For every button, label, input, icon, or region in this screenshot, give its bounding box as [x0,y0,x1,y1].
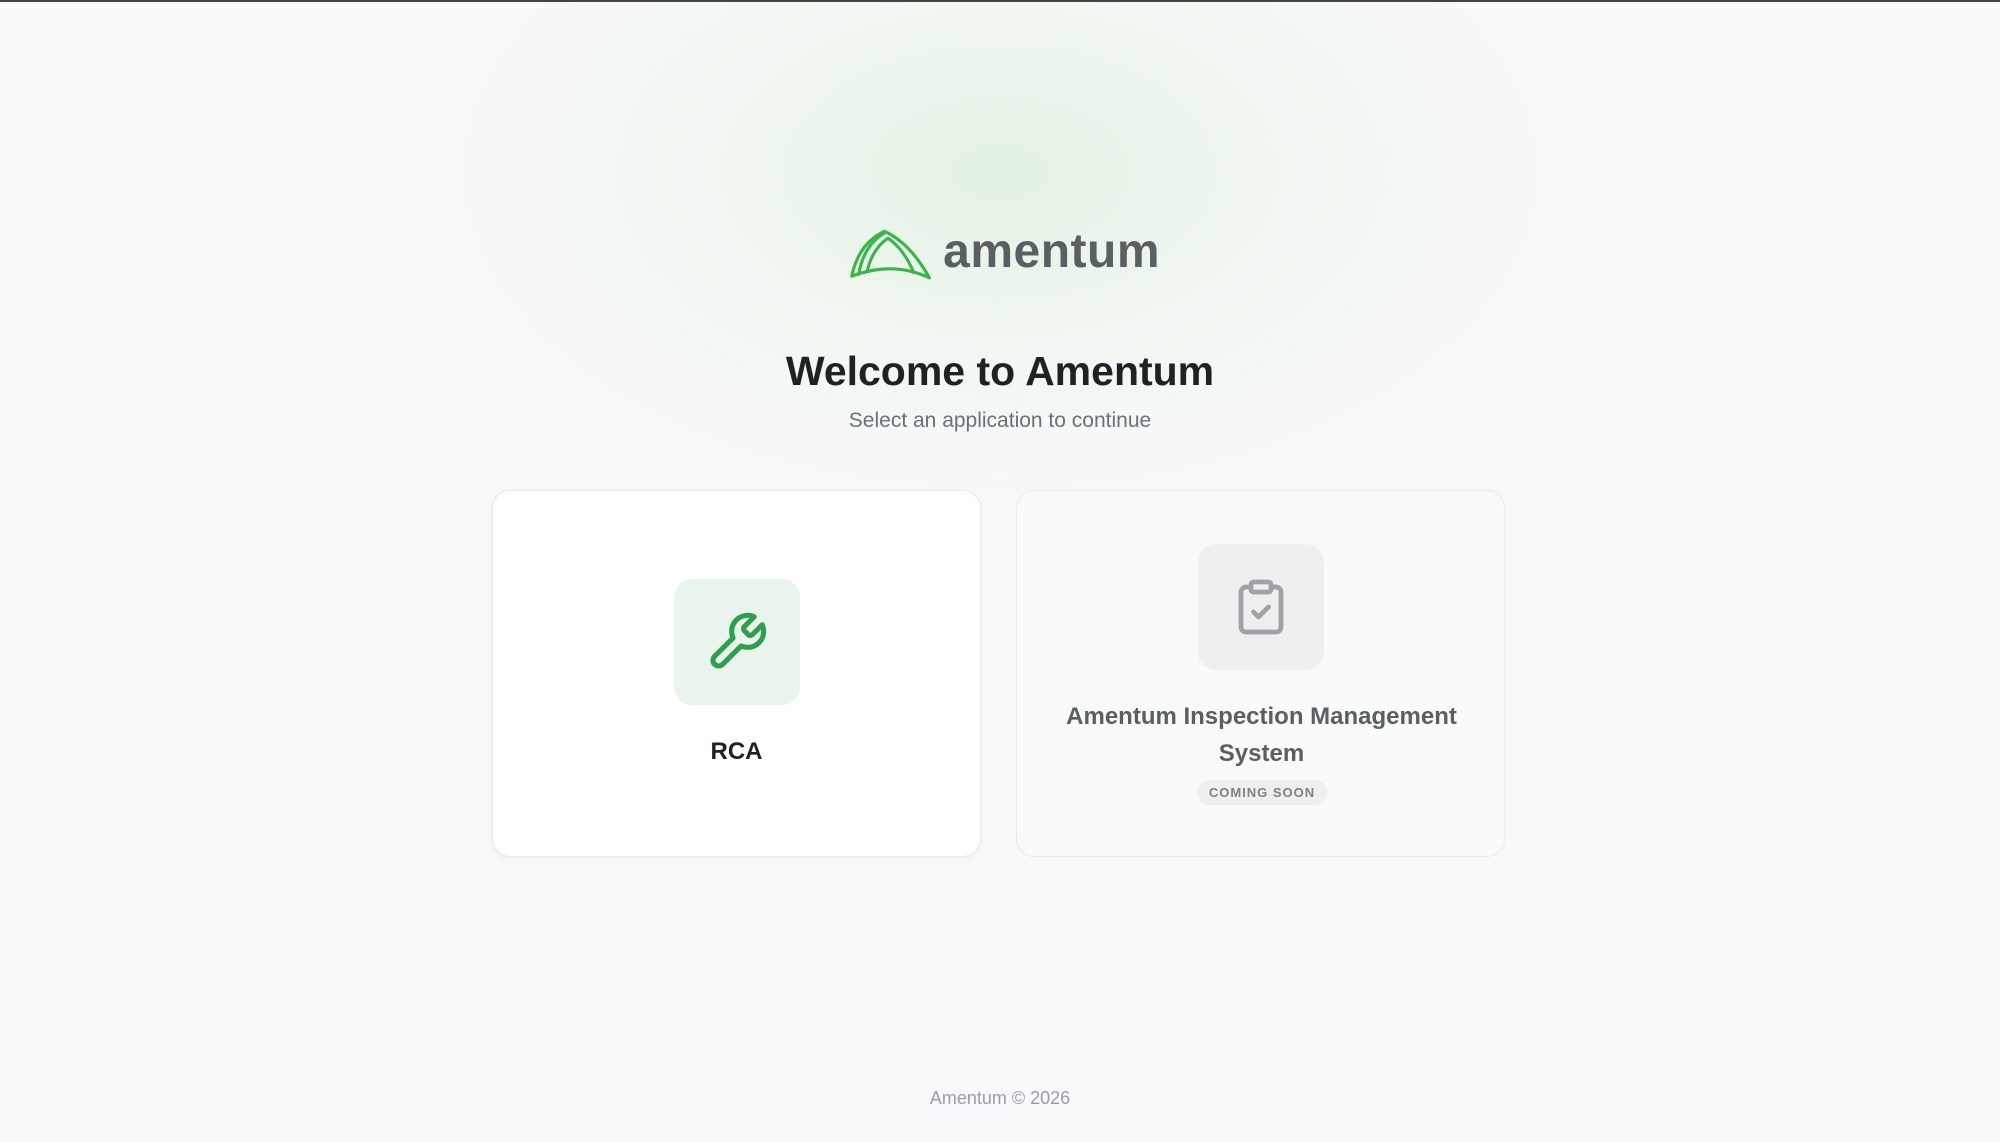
app-icon-tile [674,579,800,705]
coming-soon-badge: COMING SOON [1197,780,1327,805]
app-card-aims: Amentum Inspection Management System COM… [1016,490,1505,857]
background-glow [0,2,2000,1142]
brand-wordmark: amentum [943,225,1160,278]
app-icon-tile [1198,544,1324,670]
page-subtitle: Select an application to continue [848,409,1152,432]
app-card-label: Amentum Inspection Management System [1066,703,1457,767]
footer-copyright: Amentum © 2026 [929,1088,1071,1108]
app-card-rca[interactable]: RCA [492,490,981,857]
wrench-icon [710,612,767,669]
brand-logo: amentum [850,220,1160,284]
amentum-logo-icon [850,229,931,280]
clipboard-check-icon [1238,579,1284,635]
app-card-label: RCA [710,738,763,765]
page-title: Welcome to Amentum [785,348,1215,394]
